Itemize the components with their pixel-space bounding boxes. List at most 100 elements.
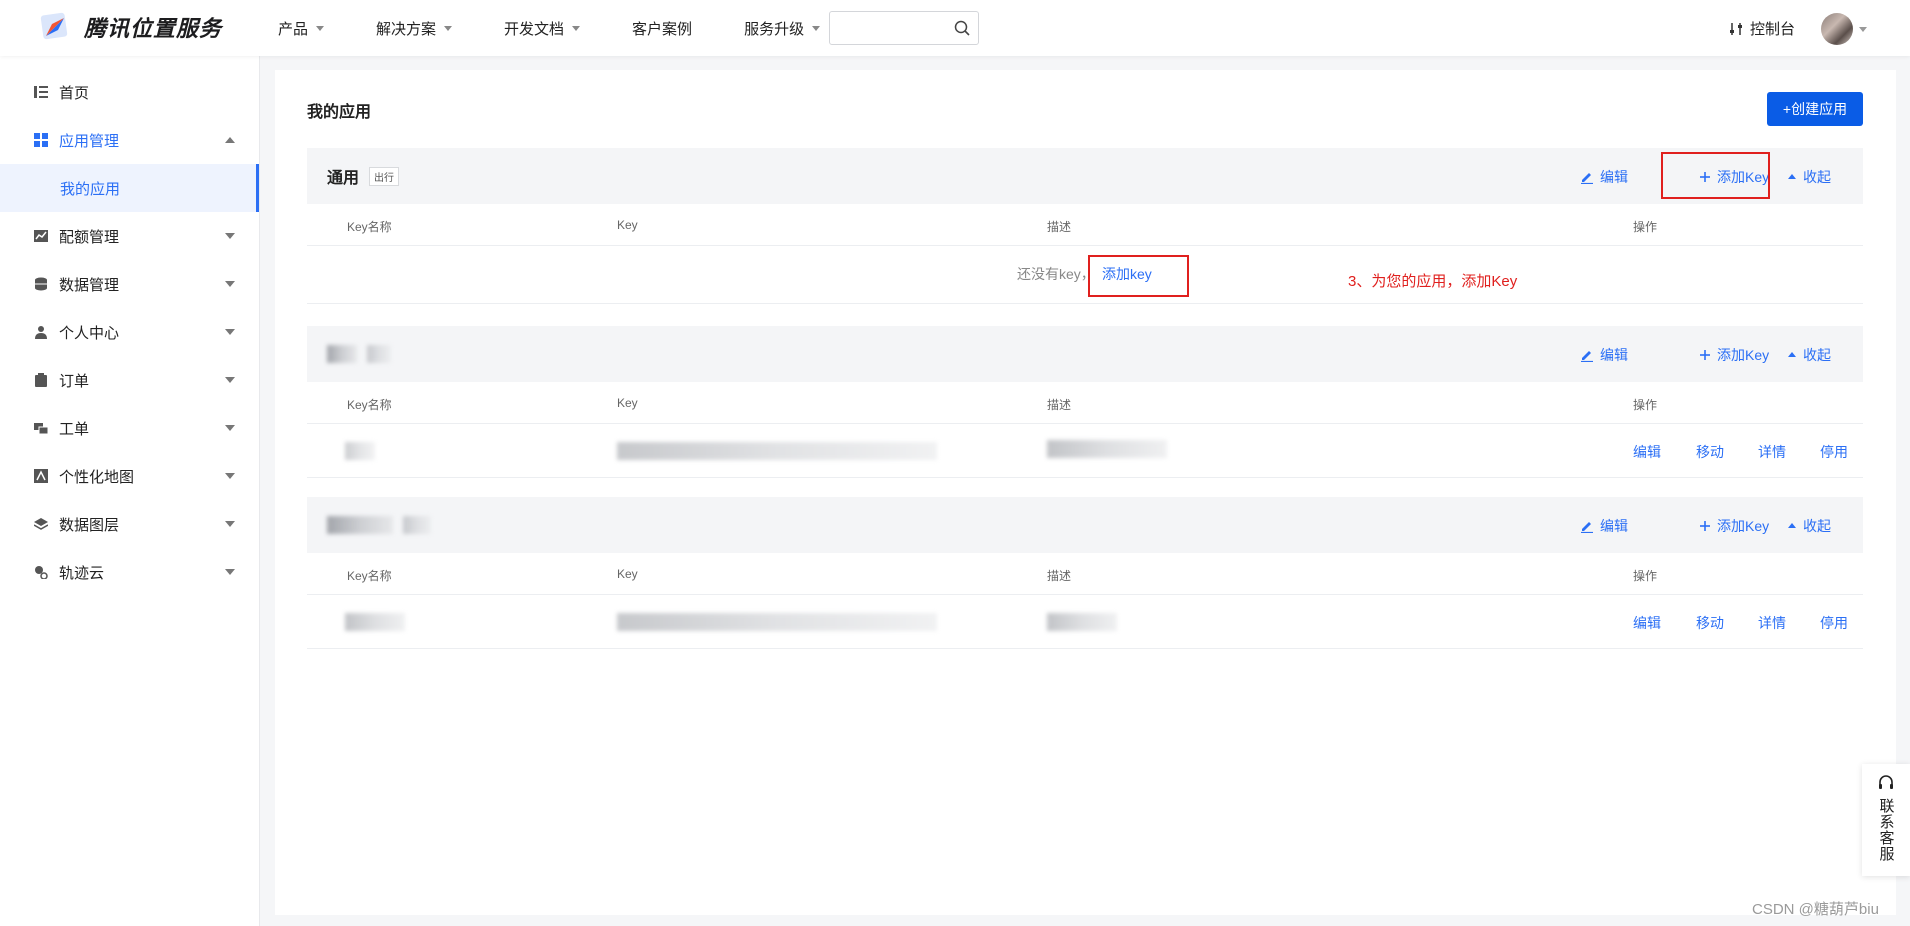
nav-cases[interactable]: 客户案例 (632, 18, 692, 39)
avatar (1821, 13, 1853, 45)
collapse-group-button[interactable]: 收起 (1787, 345, 1831, 365)
add-key-button[interactable]: 添加Key (1699, 516, 1769, 536)
edit-key-button[interactable]: 编辑 (1633, 442, 1661, 462)
nav-solutions[interactable]: 解决方案 (376, 18, 453, 39)
nav-products-label: 产品 (278, 20, 309, 38)
collapse-group-button[interactable]: 收起 (1787, 516, 1831, 536)
chevron-down-icon (225, 521, 235, 527)
sidebar-item-label: 数据管理 (59, 276, 120, 294)
app-group: 通用 出行 编辑 添加Key 收起 Key名称 Key 描述 操作 还没有key… (307, 148, 1863, 304)
sidebar-item-tickets[interactable]: 工单 (0, 404, 259, 452)
col-key-name: Key名称 (347, 569, 392, 583)
group-header: 通用 出行 编辑 添加Key 收起 (307, 148, 1863, 204)
sidebar-item-my-apps[interactable]: 我的应用 (0, 164, 259, 212)
sidebar-item-profile[interactable]: 个人中心 (0, 308, 259, 356)
sidebar-item-home[interactable]: 首页 (0, 68, 259, 116)
annotation-text: 3、为您的应用，添加Key (1348, 273, 1518, 290)
chevron-down-icon (316, 25, 325, 31)
group-tag: 出行 (369, 166, 400, 186)
edit-group-button[interactable]: 编辑 (1580, 345, 1628, 365)
search-icon[interactable] (954, 20, 970, 40)
sidebar-item-quota[interactable]: 配额管理 (0, 212, 259, 260)
detail-key-button[interactable]: 详情 (1758, 442, 1786, 462)
layers-icon (33, 516, 49, 532)
search-input[interactable] (830, 12, 940, 44)
chart-icon (33, 228, 49, 244)
main-nav: 产品 解决方案 开发文档 客户案例 服务升级 (278, 0, 872, 56)
col-key-name: Key名称 (347, 398, 392, 412)
sidebar-item-custom-map[interactable]: 个性化地图 (0, 452, 259, 500)
highlight-box (1088, 255, 1189, 297)
table-row: 编辑 移动 详情 停用 (307, 424, 1863, 478)
move-key-button[interactable]: 移动 (1696, 442, 1724, 462)
table-header: Key名称 Key 描述 操作 (307, 553, 1863, 595)
plus-icon (1700, 350, 1710, 360)
edit-group-button[interactable]: 编辑 (1580, 516, 1628, 536)
database-icon (33, 276, 49, 292)
nav-docs-label: 开发文档 (504, 20, 565, 38)
sidebar-item-orders[interactable]: 订单 (0, 356, 259, 404)
sidebar-item-app-management[interactable]: 应用管理 (0, 116, 259, 164)
sidebar-item-track-cloud[interactable]: 轨迹云 (0, 548, 259, 596)
caret-up-icon (1788, 352, 1796, 357)
move-key-button[interactable]: 移动 (1696, 613, 1724, 633)
col-key: Key (617, 567, 638, 581)
sidebar-item-data-layers[interactable]: 数据图层 (0, 500, 259, 548)
chevron-down-icon (572, 25, 581, 31)
detail-key-button[interactable]: 详情 (1758, 613, 1786, 633)
pencil-icon (1581, 351, 1593, 362)
brand-logo[interactable]: 腾讯位置服务 (38, 10, 222, 44)
nav-cases-label: 客户案例 (632, 20, 693, 38)
chevron-down-icon (225, 233, 235, 239)
chevron-down-icon (225, 473, 235, 479)
pencil-icon (1581, 173, 1593, 184)
redacted-description (1047, 440, 1167, 458)
nav-upgrade-label: 服务升级 (744, 20, 805, 38)
top-navbar: 腾讯位置服务 产品 解决方案 开发文档 客户案例 服务升级 控制台 (0, 0, 1910, 56)
edit-key-button[interactable]: 编辑 (1633, 613, 1661, 633)
main-panel: 我的应用 +创建应用 通用 出行 编辑 添加Key 收起 Key名称 Key 描… (275, 70, 1896, 915)
sidebar-item-label: 数据图层 (59, 516, 120, 534)
col-operations: 操作 (1633, 220, 1658, 234)
redacted-group-tag (403, 516, 431, 534)
user-icon (33, 324, 49, 340)
chevron-down-icon (225, 377, 235, 383)
ticket-icon (33, 420, 49, 436)
collapse-label: 收起 (1803, 518, 1831, 534)
user-menu[interactable] (1821, 13, 1867, 45)
search-box (829, 11, 979, 45)
app-group: 编辑 添加Key 收起 Key名称 Key 描述 操作 编辑 移动 详情 停用 (307, 326, 1863, 478)
col-key: Key (617, 396, 638, 410)
table-header: Key名称 Key 描述 操作 (307, 204, 1863, 246)
sliders-icon (1730, 22, 1742, 35)
collapse-group-button[interactable]: 收起 (1787, 167, 1831, 187)
col-key-name: Key名称 (347, 220, 392, 234)
disable-key-button[interactable]: 停用 (1820, 613, 1848, 633)
create-app-button[interactable]: +创建应用 (1767, 92, 1863, 126)
empty-row: 还没有key， 添加key (307, 246, 1863, 304)
collapse-label: 收起 (1803, 347, 1831, 363)
nav-products[interactable]: 产品 (278, 18, 325, 39)
sidebar-item-data[interactable]: 数据管理 (0, 260, 259, 308)
edit-label: 编辑 (1600, 347, 1628, 363)
plus-icon (1700, 521, 1710, 531)
edit-label: 编辑 (1600, 169, 1628, 185)
customer-service-button[interactable]: 联系客服 (1862, 764, 1910, 876)
caret-up-icon (1788, 174, 1796, 179)
sidebar: 首页 应用管理 我的应用 配额管理 数据管理 个人中心 订单 工单 个性化地图 (0, 56, 260, 926)
chevron-down-icon (225, 281, 235, 287)
chevron-down-icon (812, 25, 821, 31)
edit-group-button[interactable]: 编辑 (1580, 167, 1628, 187)
console-link[interactable]: 控制台 (1728, 18, 1795, 39)
redacted-group-name (327, 345, 357, 363)
nav-upgrade[interactable]: 服务升级 (744, 18, 821, 39)
disable-key-button[interactable]: 停用 (1820, 442, 1848, 462)
edit-label: 编辑 (1600, 518, 1628, 534)
watermark: CSDN @糖葫芦biu (1752, 901, 1879, 918)
add-key-button[interactable]: 添加Key (1699, 345, 1769, 365)
sidebar-item-label: 个人中心 (59, 324, 120, 342)
chevron-down-icon (225, 329, 235, 335)
nav-docs[interactable]: 开发文档 (504, 18, 581, 39)
col-operations: 操作 (1633, 569, 1658, 583)
sidebar-item-label: 工单 (59, 420, 90, 438)
